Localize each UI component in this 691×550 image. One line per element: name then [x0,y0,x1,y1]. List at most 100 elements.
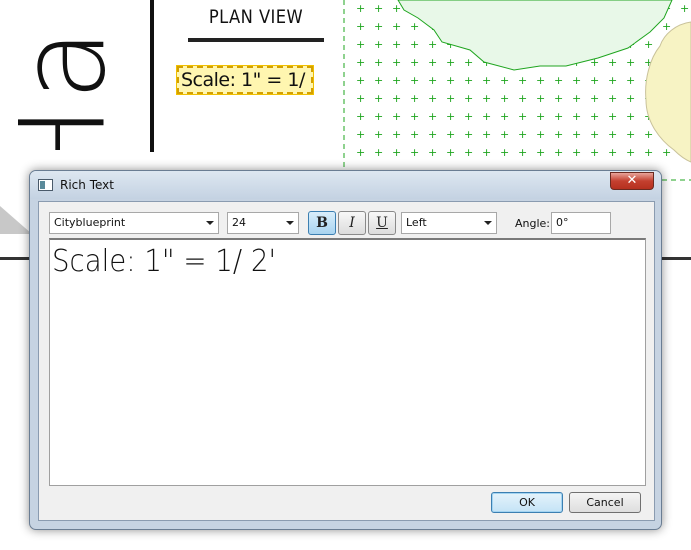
hatch-mark: + [374,74,383,87]
hatch-mark: + [356,38,365,51]
vertical-title-text: Ha [18,24,132,150]
dialog-client-area: Cityblueprint 24 B I U Left Angle: 0° Sc… [38,201,655,521]
hatch-mark: + [500,74,509,87]
hatch-mark: + [410,128,419,141]
hatch-mark: + [428,56,437,69]
hatch-mark: + [482,74,491,87]
font-size-value: 24 [232,216,246,229]
hatch-mark: + [626,74,635,87]
selected-scale-text[interactable]: Scale: 1" = 1/ 2' [176,65,314,95]
cancel-button[interactable]: Cancel [569,492,641,513]
underline-button[interactable]: U [368,211,396,235]
angle-input[interactable]: 0° [551,212,611,234]
hatch-mark: + [536,74,545,87]
hatch-mark: + [392,110,401,123]
hatch-mark: + [500,92,509,105]
hatch-mark: + [554,146,563,159]
hatch-mark: + [428,92,437,105]
hatch-mark: + [374,146,383,159]
hatch-mark: + [410,74,419,87]
hatch-mark: + [482,92,491,105]
hatch-mark: + [410,38,419,51]
hatch-mark: + [554,128,563,141]
hatch-mark: + [410,20,419,33]
drawing-canvas: + + + + + + + + + + + + + + + + + + + + + + + + + + + + + + + + + + + + + + + +… [0,0,691,550]
hatch-mark: + [590,74,599,87]
hatch-mark: + [518,92,527,105]
hatch-mark: + [518,110,527,123]
hatch-mark: + [644,128,653,141]
hatch-mark: + [572,110,581,123]
hatch-mark: + [410,92,419,105]
app-window-icon [38,179,53,191]
hatch-mark: + [392,56,401,69]
alignment-select[interactable]: Left [401,212,497,234]
hatch-mark: + [410,110,419,123]
dialog-titlebar[interactable]: Rich Text ✕ [30,171,661,199]
close-button[interactable]: ✕ [610,172,654,190]
hatch-mark: + [590,92,599,105]
editor-content: Scale: 1" = 1/ 2' [52,244,277,279]
hatch-mark: + [608,92,617,105]
font-size-select[interactable]: 24 [227,212,299,234]
hatch-mark: + [590,146,599,159]
hatch-mark: + [464,110,473,123]
hatch-mark: + [392,128,401,141]
hatch-mark: + [356,92,365,105]
bold-button[interactable]: B [308,211,336,235]
hatch-mark: + [644,38,653,51]
hatch-mark: + [662,146,671,159]
angle-label: Angle: [515,217,551,230]
hatch-mark: + [392,74,401,87]
hatch-mark: + [536,110,545,123]
hatch-mark: + [392,92,401,105]
chevron-down-icon [206,221,214,225]
hatch-mark: + [608,74,617,87]
hatch-mark: + [518,146,527,159]
hatch-mark: + [626,128,635,141]
chevron-down-icon [484,221,492,225]
hatch-mark: + [446,92,455,105]
alignment-value: Left [406,216,427,229]
font-family-select[interactable]: Cityblueprint [49,212,219,234]
hatch-mark: + [356,146,365,159]
hatch-mark: + [446,146,455,159]
hatch-mark: + [608,110,617,123]
hatch-mark: + [374,20,383,33]
hatch-mark: + [392,38,401,51]
hatch-mark: + [374,56,383,69]
hatch-mark: + [356,20,365,33]
hatch-mark: + [626,92,635,105]
hatch-mark: + [374,128,383,141]
hatch-mark: + [356,2,365,15]
hatch-mark: + [554,92,563,105]
hatch-mark: + [500,128,509,141]
hatch-mark: + [446,56,455,69]
hatch-mark: + [500,110,509,123]
drawing-wedge-shape [0,206,32,234]
hatch-mark: + [680,2,689,15]
rich-text-editor[interactable]: Scale: 1" = 1/ 2' [49,238,646,486]
ok-button[interactable]: OK [491,492,563,513]
plan-view-heading: PLAN VIEW [208,6,304,28]
chevron-down-icon [286,221,294,225]
hatch-mark: + [500,146,509,159]
hatch-mark: + [410,146,419,159]
hatch-mark: + [608,128,617,141]
hatch-mark: + [356,110,365,123]
rich-text-dialog: Rich Text ✕ Cityblueprint 24 B I U Left … [29,170,662,530]
plan-view-underline [188,38,324,42]
hatch-mark: + [428,74,437,87]
hatch-mark: + [536,128,545,141]
hatch-mark: + [464,146,473,159]
hatch-mark: + [626,56,635,69]
hatch-mark: + [626,146,635,159]
italic-button[interactable]: I [338,211,366,235]
hatch-mark: + [428,128,437,141]
vertical-sheet-title: Ha [18,0,138,150]
hatch-mark: + [374,2,383,15]
hatch-mark: + [446,128,455,141]
hatch-mark: + [626,110,635,123]
hatch-mark: + [608,56,617,69]
hatch-mark: + [356,74,365,87]
